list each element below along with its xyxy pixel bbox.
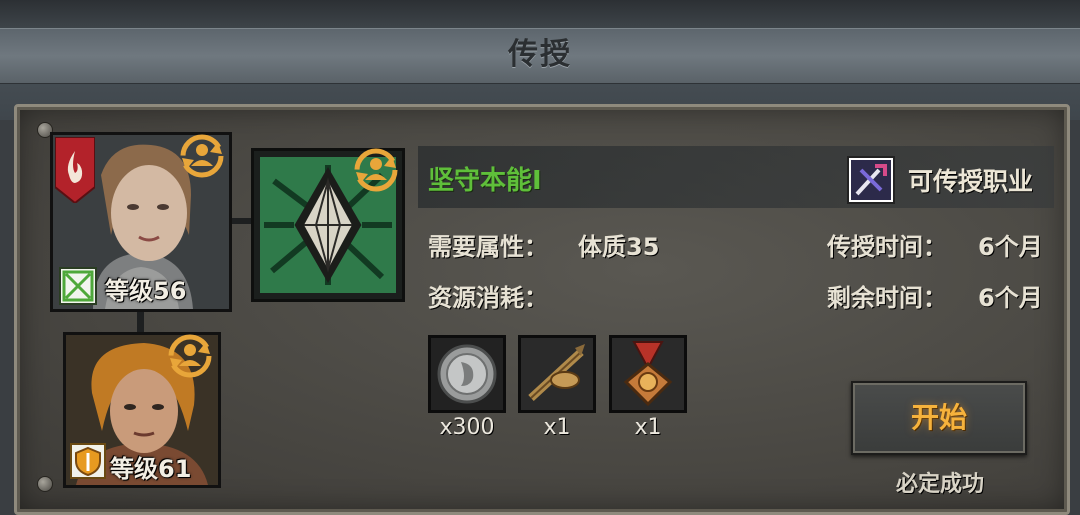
- fire-class-badge-icon: [54, 136, 96, 205]
- teachable-job-label[interactable]: 可传授职业: [908, 162, 1033, 198]
- bow-class-icon: [59, 267, 97, 305]
- teacher-level-label: 等级56: [105, 277, 187, 305]
- skill-name: 坚守本能I: [428, 166, 542, 196]
- swap-skill-icon[interactable]: [352, 146, 400, 194]
- teachable-job-icon[interactable]: [847, 156, 895, 204]
- shield-class-icon: [70, 443, 106, 479]
- success-note: 必定成功: [895, 472, 984, 497]
- swap-student-icon[interactable]: [166, 332, 214, 380]
- swap-teacher-icon[interactable]: [178, 132, 226, 180]
- teach-time-label: 传授时间：: [827, 233, 947, 261]
- silver-coin-icon: [437, 344, 497, 404]
- resource-slot-medal[interactable]: [609, 335, 687, 413]
- student-level-label: 等级61: [110, 455, 192, 483]
- resource-qty-medal: x1: [634, 415, 662, 440]
- resource-slot-coin[interactable]: [428, 335, 506, 413]
- medal-icon: [612, 338, 684, 410]
- remaining-time-label: 剩余时间：: [827, 284, 947, 312]
- resource-slot-scroll[interactable]: [518, 335, 596, 413]
- requirement-label: 需要属性：: [428, 233, 548, 261]
- resource-qty-coin: x300: [439, 415, 495, 440]
- resource-cost-label: 资源消耗：: [428, 284, 548, 312]
- teach-time-value: 6个月: [978, 233, 1043, 261]
- rivet-icon: [37, 476, 53, 492]
- window-title: 传授: [508, 37, 572, 72]
- resource-qty-scroll: x1: [543, 415, 571, 440]
- start-button-label: 开始: [910, 401, 967, 434]
- scroll-quiver-icon: [521, 338, 593, 410]
- start-button[interactable]: 开始: [851, 381, 1027, 455]
- requirement-value: 体质35: [578, 233, 660, 261]
- remaining-time-value: 6个月: [978, 284, 1043, 312]
